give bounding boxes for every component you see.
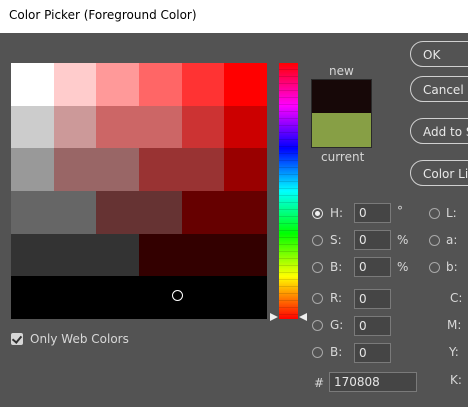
web-color-cell[interactable] xyxy=(11,106,54,148)
web-color-cell[interactable] xyxy=(96,63,139,106)
lab-l-radio[interactable] xyxy=(429,208,440,219)
yellow-label: Y: xyxy=(449,345,459,359)
web-color-cell[interactable] xyxy=(11,276,54,319)
web-color-cell[interactable] xyxy=(11,148,54,191)
black-label: K: xyxy=(450,373,462,387)
saturation-radio[interactable] xyxy=(312,235,323,246)
web-color-cell[interactable] xyxy=(54,234,96,276)
web-color-cell[interactable] xyxy=(224,63,267,106)
lab-b-radio[interactable] xyxy=(429,262,440,273)
web-color-cell[interactable] xyxy=(139,63,182,106)
web-color-cell[interactable] xyxy=(54,63,96,106)
web-color-cell[interactable] xyxy=(11,63,54,106)
color-libraries-button[interactable]: Color Libraries xyxy=(410,160,468,186)
add-to-swatches-button[interactable]: Add to Swatches xyxy=(410,118,468,144)
cyan-label: C: xyxy=(450,291,463,305)
web-color-cell[interactable] xyxy=(182,191,224,234)
web-color-cell[interactable] xyxy=(96,191,139,234)
green-input[interactable]: 0 xyxy=(354,316,391,336)
web-color-cell[interactable] xyxy=(96,276,139,319)
saturation-label: S: xyxy=(330,233,342,247)
web-color-cell[interactable] xyxy=(224,234,267,276)
web-color-cell[interactable] xyxy=(182,106,224,148)
blue-input[interactable]: 0 xyxy=(354,343,391,363)
lab-l-label: L: xyxy=(446,206,457,220)
green-radio[interactable] xyxy=(312,320,323,331)
red-radio[interactable] xyxy=(312,293,323,304)
lab-a-radio[interactable] xyxy=(429,235,440,246)
brightness-radio[interactable] xyxy=(312,262,323,273)
only-web-colors-label: Only Web Colors xyxy=(30,332,129,346)
hue-radio[interactable] xyxy=(312,208,323,219)
current-color-label: current xyxy=(321,150,365,164)
web-color-cell[interactable] xyxy=(139,234,182,276)
brightness-input[interactable]: 0 xyxy=(354,257,391,277)
current-color-swatch[interactable] xyxy=(311,113,372,148)
hue-slider[interactable] xyxy=(279,63,298,319)
saturation-input[interactable]: 0 xyxy=(354,230,391,250)
hue-input[interactable]: 0 xyxy=(354,203,391,223)
web-color-cell[interactable] xyxy=(182,234,224,276)
hex-input[interactable]: 170808 xyxy=(329,372,417,392)
hex-label: # xyxy=(314,376,325,390)
red-label: R: xyxy=(330,291,343,305)
web-color-cell[interactable] xyxy=(96,234,139,276)
cancel-button[interactable]: Cancel xyxy=(410,76,468,102)
blue-label: B: xyxy=(330,345,343,359)
web-color-cell[interactable] xyxy=(54,106,96,148)
hue-slider-right-handle[interactable] xyxy=(299,313,307,321)
web-color-cell[interactable] xyxy=(224,191,267,234)
blue-radio[interactable] xyxy=(312,347,323,358)
hue-slider-left-handle[interactable] xyxy=(270,313,278,321)
new-color-swatch xyxy=(311,79,372,115)
color-field-cursor[interactable] xyxy=(172,290,183,301)
web-color-cell[interactable] xyxy=(139,148,182,191)
brightness-label: B: xyxy=(330,260,343,274)
lab-a-label: a: xyxy=(446,233,458,247)
web-color-cell[interactable] xyxy=(11,191,54,234)
ok-button[interactable]: OK xyxy=(410,41,468,67)
web-color-cell[interactable] xyxy=(182,148,224,191)
degree-unit: ° xyxy=(397,204,403,218)
brightness-unit: % xyxy=(397,260,409,274)
green-label: G: xyxy=(330,318,344,332)
window-title: Color Picker (Foreground Color) xyxy=(9,8,197,22)
color-field[interactable] xyxy=(11,63,267,319)
title-bar: Color Picker (Foreground Color) xyxy=(0,0,468,33)
hue-label: H: xyxy=(330,206,344,220)
web-color-cell[interactable] xyxy=(96,148,139,191)
magenta-label: M: xyxy=(447,318,462,332)
web-color-cell[interactable] xyxy=(182,276,224,319)
web-color-cell[interactable] xyxy=(139,106,182,148)
web-color-cell[interactable] xyxy=(11,234,54,276)
new-color-label: new xyxy=(329,64,354,78)
web-color-cell[interactable] xyxy=(224,276,267,319)
web-color-cell[interactable] xyxy=(182,63,224,106)
lab-b-label: b: xyxy=(446,260,458,274)
saturation-unit: % xyxy=(397,233,409,247)
web-color-cell[interactable] xyxy=(54,191,96,234)
web-color-cell[interactable] xyxy=(139,191,182,234)
web-color-cell[interactable] xyxy=(224,106,267,148)
only-web-colors-checkbox[interactable] xyxy=(11,333,23,345)
web-color-cell[interactable] xyxy=(54,148,96,191)
web-color-cell[interactable] xyxy=(224,148,267,191)
web-color-cell[interactable] xyxy=(96,106,139,148)
red-input[interactable]: 0 xyxy=(354,289,391,309)
web-color-cell[interactable] xyxy=(54,276,96,319)
